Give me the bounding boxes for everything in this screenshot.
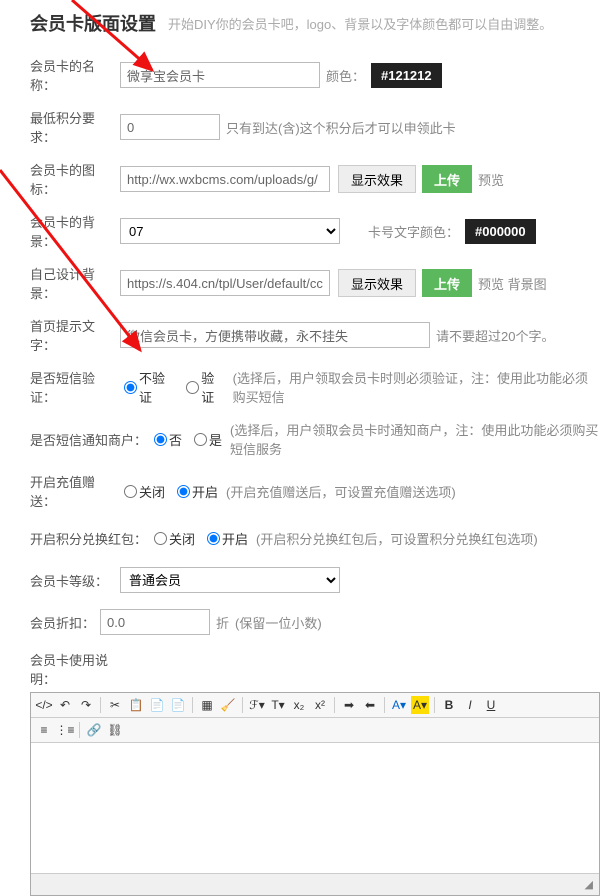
paste-icon[interactable]: 📄 <box>148 696 166 714</box>
ul-icon[interactable]: ⋮≡ <box>56 721 74 739</box>
indent-icon[interactable]: ➡ <box>340 696 358 714</box>
smsnotify-yes: 是 <box>209 430 222 449</box>
cut-icon[interactable]: ✂ <box>106 696 124 714</box>
copy-icon[interactable]: 📋 <box>127 696 145 714</box>
smsnotify-no: 否 <box>169 430 182 449</box>
discount-input[interactable] <box>100 609 210 635</box>
redpack-note: (开启积分兑换红包后，可设置积分兑换红包选项) <box>256 529 538 548</box>
recharge-label: 开启充值赠送： <box>30 472 120 510</box>
cardnum-color-label: 卡号文字颜色： <box>368 222 459 241</box>
redpack-on: 开启 <box>222 529 248 548</box>
sup-icon[interactable]: x² <box>311 696 329 714</box>
desc-label: 会员卡使用说明： <box>30 650 120 688</box>
icon-preview-link[interactable]: 预览 <box>478 170 504 189</box>
redpack-off-radio[interactable] <box>154 532 167 545</box>
page-subtitle: 开始DIY你的会员卡吧，logo、背景以及字体颜色都可以自由调整。 <box>168 14 552 33</box>
hometext-input[interactable] <box>120 322 430 348</box>
smsverify-yes: 验证 <box>201 368 224 406</box>
custombg-show-button[interactable]: 显示效果 <box>338 269 416 297</box>
editor-body[interactable] <box>31 743 599 873</box>
smsnotify-note: (选择后，用户领取会员卡时通知商户，注：使用此功能必须购买短信服务 <box>230 420 600 458</box>
hometext-label: 首页提示文字： <box>30 316 120 354</box>
bg-select[interactable]: 07 <box>120 218 340 244</box>
underline-icon[interactable]: U <box>482 696 500 714</box>
minpoints-hint: 只有到达(含)这个积分后才可以申领此卡 <box>226 118 456 137</box>
discount-unit: 折 <box>216 613 229 632</box>
ol-icon[interactable]: ≡ <box>35 721 53 739</box>
redo-icon[interactable]: ↷ <box>77 696 95 714</box>
italic-icon[interactable]: I <box>461 696 479 714</box>
clear-format-icon[interactable]: 🧹 <box>219 696 237 714</box>
page-header: 会员卡版面设置 开始DIY你的会员卡吧，logo、背景以及字体颜色都可以自由调整… <box>30 10 600 36</box>
link-icon[interactable]: 🔗 <box>85 721 103 739</box>
custombg-upload-button[interactable]: 上传 <box>422 269 472 297</box>
minpoints-input[interactable] <box>120 114 220 140</box>
custombg-label: 自己设计背景： <box>30 264 120 302</box>
sub-icon[interactable]: x₂ <box>290 696 308 714</box>
toolbar-row-1: </> ↶ ↷ ✂ 📋 📄 📄 ▦ 🧹 ℱ▾ T▾ x₂ x² ➡ ⬅ A▾ A… <box>31 693 599 718</box>
recharge-on: 开启 <box>192 482 218 501</box>
bold-icon[interactable]: B <box>440 696 458 714</box>
custombg-preview-link[interactable]: 预览 背景图 <box>478 274 547 293</box>
paste-text-icon[interactable]: 📄 <box>169 696 187 714</box>
font-size-icon[interactable]: T▾ <box>269 696 287 714</box>
icon-upload-button[interactable]: 上传 <box>422 165 472 193</box>
cardnum-color-tag[interactable]: #000000 <box>465 219 536 244</box>
minpoints-label: 最低积分要求： <box>30 108 120 146</box>
icon-show-button[interactable]: 显示效果 <box>338 165 416 193</box>
page-title: 会员卡版面设置 <box>30 10 156 36</box>
select-all-icon[interactable]: ▦ <box>198 696 216 714</box>
card-name-label: 会员卡的名称： <box>30 56 120 94</box>
smsverify-no: 不验证 <box>139 368 174 406</box>
editor-footer: ◢ <box>31 873 599 895</box>
bg-label: 会员卡的背景： <box>30 212 120 250</box>
recharge-on-radio[interactable] <box>177 485 190 498</box>
discount-label: 会员折扣： <box>30 613 100 632</box>
color-tag[interactable]: #121212 <box>371 63 442 88</box>
icon-label: 会员卡的图标： <box>30 160 120 198</box>
font-family-icon[interactable]: ℱ▾ <box>248 696 266 714</box>
undo-icon[interactable]: ↶ <box>56 696 74 714</box>
source-icon[interactable]: </> <box>35 696 53 714</box>
outdent-icon[interactable]: ⬅ <box>361 696 379 714</box>
smsnotify-no-radio[interactable] <box>154 433 167 446</box>
font-color-icon[interactable]: A▾ <box>390 696 408 714</box>
bg-color-icon[interactable]: A▾ <box>411 696 429 714</box>
recharge-off-radio[interactable] <box>124 485 137 498</box>
recharge-note: (开启充值赠送后，可设置充值赠送选项) <box>226 482 456 501</box>
smsverify-yes-radio[interactable] <box>186 381 199 394</box>
smsverify-label: 是否短信验证： <box>30 368 120 406</box>
level-label: 会员卡等级： <box>30 571 120 590</box>
card-name-input[interactable] <box>120 62 320 88</box>
recharge-off: 关闭 <box>139 482 165 501</box>
hometext-hint: 请不要超过20个字。 <box>436 326 554 345</box>
discount-hint: (保留一位小数) <box>235 613 322 632</box>
custombg-input[interactable] <box>120 270 330 296</box>
color-label: 颜色： <box>326 66 365 85</box>
toolbar-row-2: ≡ ⋮≡ 🔗 ⛓ <box>31 718 599 743</box>
smsnotify-yes-radio[interactable] <box>194 433 207 446</box>
redpack-on-radio[interactable] <box>207 532 220 545</box>
smsnotify-label: 是否短信通知商户： <box>30 430 150 449</box>
smsverify-note: (选择后，用户领取会员卡时则必须验证，注：使用此功能必须购买短信 <box>233 368 600 406</box>
rich-editor: </> ↶ ↷ ✂ 📋 📄 📄 ▦ 🧹 ℱ▾ T▾ x₂ x² ➡ ⬅ A▾ A… <box>30 692 600 896</box>
level-select[interactable]: 普通会员 <box>120 567 340 593</box>
unlink-icon[interactable]: ⛓ <box>106 721 124 739</box>
icon-url-input[interactable] <box>120 166 330 192</box>
redpack-label: 开启积分兑换红包： <box>30 529 150 548</box>
redpack-off: 关闭 <box>169 529 195 548</box>
smsverify-no-radio[interactable] <box>124 381 137 394</box>
